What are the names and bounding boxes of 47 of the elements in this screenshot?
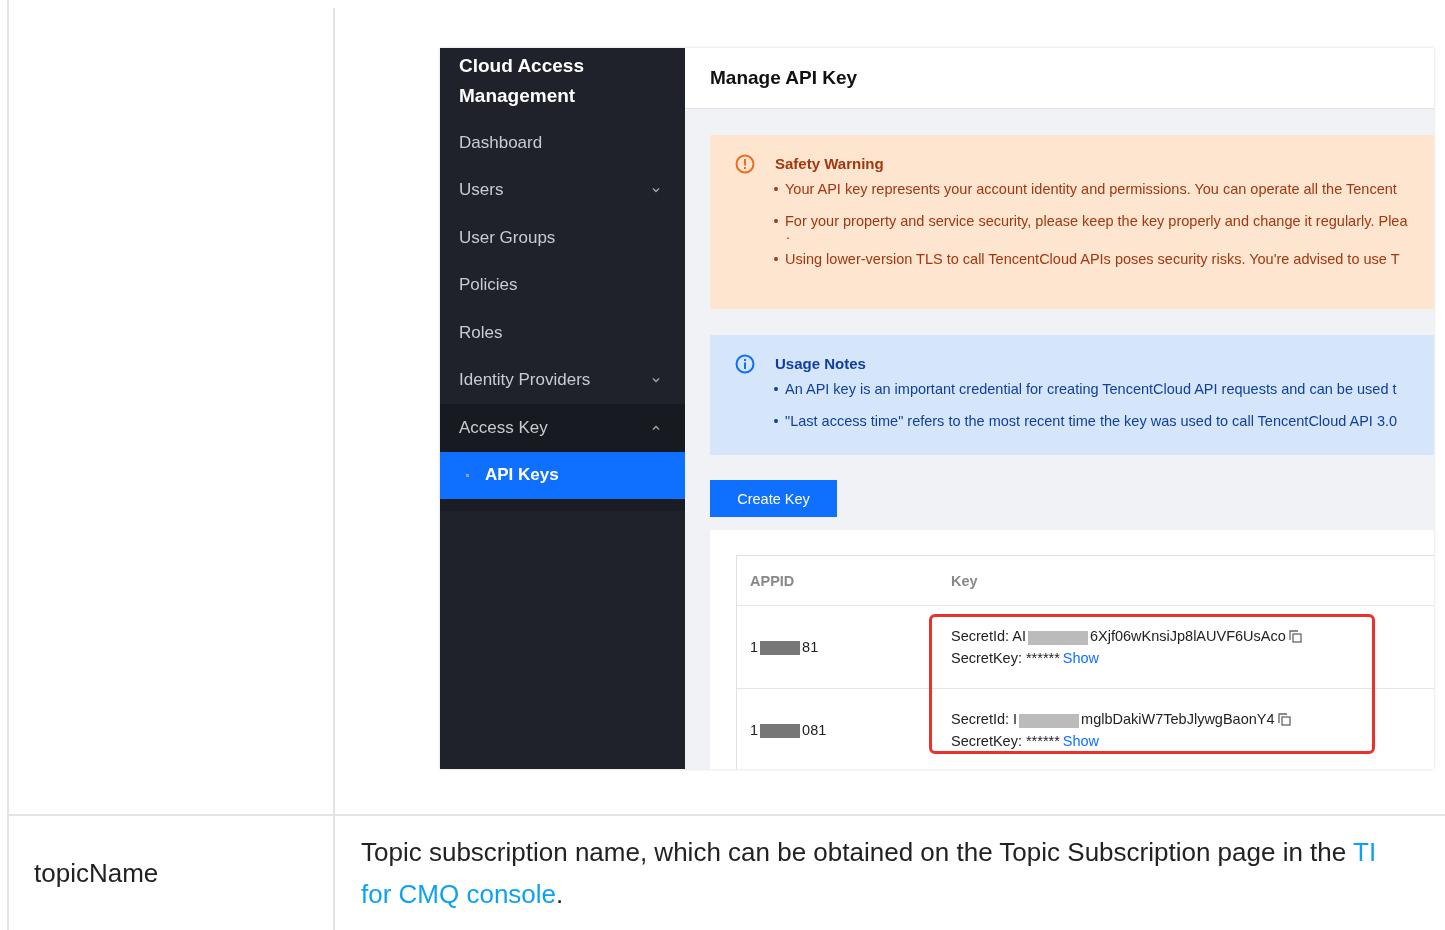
alert-text: Your API key represents your account identity and permissions. You can operate all the Tencent bbox=[785, 181, 1397, 197]
bullet-icon bbox=[774, 419, 778, 423]
copy-icon[interactable] bbox=[1277, 713, 1291, 726]
redaction-block bbox=[1019, 713, 1080, 728]
sidebar-item[interactable]: User Groups bbox=[440, 214, 685, 262]
alert-text: "Last access time" refers to the most recent time the key was used to call TencentCloud API 3.0 bbox=[785, 413, 1398, 429]
sidebar-item[interactable]: Roles bbox=[440, 309, 685, 357]
alert-text: For your property and service security, please keep the key properly and change it regularly. Plea bbox=[785, 213, 1408, 229]
parameter-description: Topic subscription name, which can be obtained on the Topic Subscription page in the TI for CMQ console. bbox=[361, 836, 1377, 911]
bullet-icon bbox=[774, 219, 778, 223]
parameter-name: topicName bbox=[33, 857, 159, 889]
sidebar-item[interactable]: Access Key bbox=[440, 404, 685, 452]
show-link[interactable]: Show bbox=[1062, 649, 1100, 666]
table-cell: 1 81 bbox=[750, 638, 819, 655]
chevron-down-icon bbox=[652, 377, 660, 383]
bullet-icon bbox=[774, 257, 778, 261]
sidebar-item[interactable]: Dashboard bbox=[440, 119, 685, 167]
bullet-icon bbox=[774, 187, 778, 191]
alert-text: . bbox=[786, 226, 791, 242]
secret-key: SecretKey: ****** bbox=[951, 649, 1060, 666]
redaction-block bbox=[760, 724, 801, 739]
show-link[interactable]: Show bbox=[1062, 732, 1100, 749]
warning-icon bbox=[735, 154, 755, 174]
info-icon bbox=[735, 354, 755, 374]
sidebar-title: Cloud Access Management bbox=[458, 54, 585, 108]
secret-key: SecretKey: ****** bbox=[951, 732, 1060, 749]
create-key-button[interactable]: Create Key bbox=[710, 480, 837, 517]
column-header: APPID bbox=[750, 572, 795, 589]
chevron-up-icon bbox=[652, 425, 660, 431]
secret-id: SecretId: I mglbDakiW7TebJlywgBaonY4 bbox=[951, 711, 1275, 728]
sidebar-subitem[interactable]: API Keys bbox=[440, 451, 685, 499]
redaction-block bbox=[1027, 630, 1088, 645]
sidebar-item[interactable]: Policies bbox=[440, 261, 685, 309]
page-title: Manage API Key bbox=[710, 67, 858, 89]
alert-text: An API key is an important credential for creating TencentCloud API requests and can be used t bbox=[785, 381, 1397, 397]
alert-text: Using lower-version TLS to call TencentCloud APIs poses security risks. You're advised to use T bbox=[785, 251, 1400, 267]
column-header: Key bbox=[951, 572, 978, 589]
chevron-down-icon bbox=[652, 187, 660, 193]
sidebar-item[interactable]: Users bbox=[440, 166, 685, 214]
alert-title: Usage Notes bbox=[775, 355, 867, 372]
alert-title: Safety Warning bbox=[775, 155, 885, 172]
copy-icon[interactable] bbox=[1288, 630, 1302, 643]
table-cell: 1 081 bbox=[750, 721, 827, 738]
redaction-block bbox=[760, 641, 801, 656]
bullet-icon bbox=[774, 387, 778, 391]
secret-id: SecretId: AI 6Xjf06wKnsiJp8lAUVF6UsAco bbox=[951, 628, 1286, 645]
sidebar-item[interactable]: Identity Providers bbox=[440, 356, 685, 404]
